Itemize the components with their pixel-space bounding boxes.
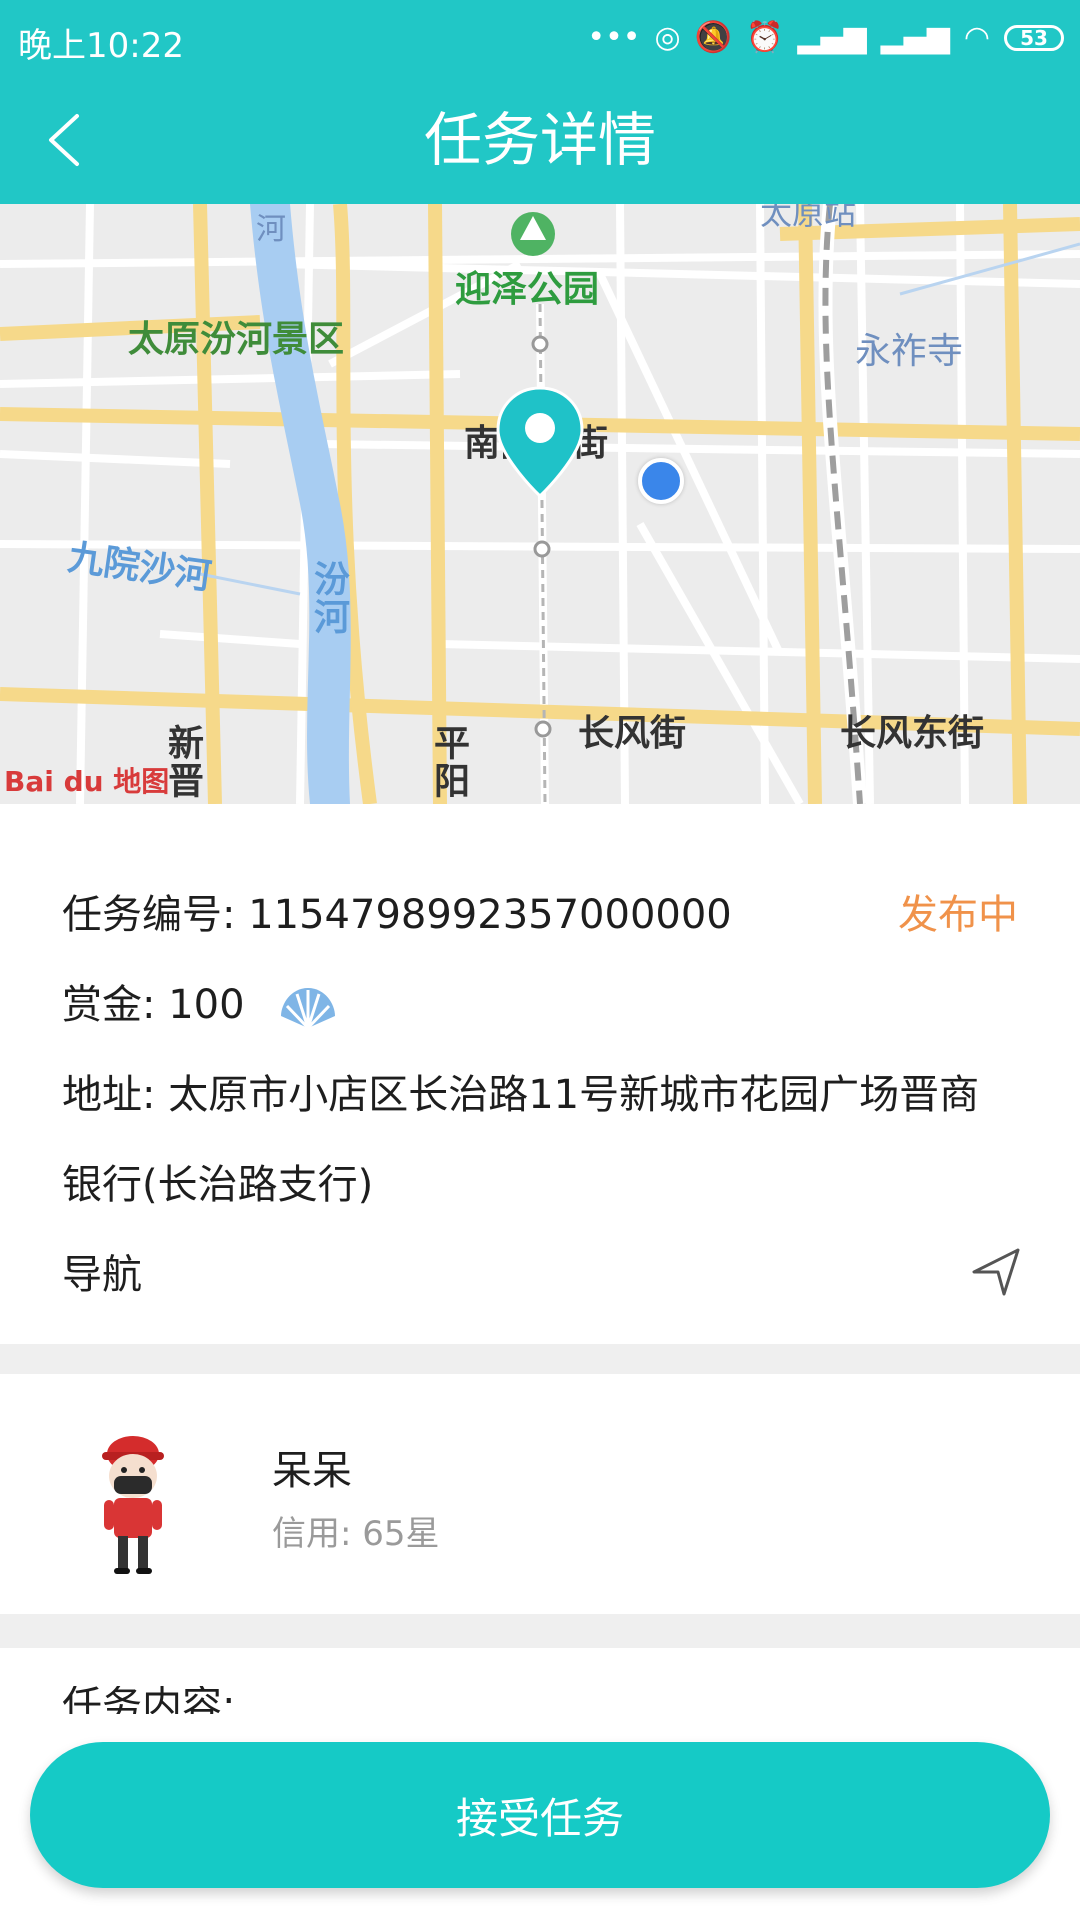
wifi-icon: ◠ [963, 20, 990, 55]
avatar [102, 1436, 164, 1574]
navigation-label[interactable]: 导航 [62, 1242, 142, 1300]
reward-value: 100 [168, 982, 245, 1028]
status-time: 晚上10:22 [18, 26, 184, 66]
task-info-card: 任务编号: 1154798992357000000 发布中 赏金: 100 地址… [0, 804, 1080, 1344]
task-id-label: 任务编号: [62, 892, 236, 938]
more-icon: ••• [587, 20, 641, 55]
reward-row: 赏金: 100 [62, 972, 337, 1030]
battery-icon: 53 [1004, 25, 1064, 51]
map-label-park: 迎泽公园 [455, 269, 600, 310]
navigate-arrow-icon[interactable] [970, 1246, 1022, 1298]
address-row: 地址: 太原市小店区长治路11号新城市花园广场晋商 [62, 1062, 979, 1120]
baidu-map-logo: Bai du 地图 [4, 765, 170, 798]
mute-icon: 🔕 [694, 20, 733, 55]
task-id-row: 任务编号: 1154798992357000000 [62, 882, 732, 940]
user-credit: 信用: 65星 [272, 1514, 440, 1554]
signal-icon: ▂▄▆ [880, 20, 950, 55]
shell-icon [281, 988, 336, 1030]
map-label-changfeng-east-street: 长风东街 [840, 713, 985, 754]
address-line-2: 银行(长治路支行) [62, 1162, 374, 1208]
hotspot-icon: ◎ [654, 20, 681, 55]
signal-icon: ▂▄▆ [797, 20, 867, 55]
task-id-value: 1154798992357000000 [248, 892, 732, 938]
accept-task-button[interactable]: 接受任务 [30, 1742, 1050, 1888]
reward-label: 赏金: [62, 982, 156, 1028]
section-divider [0, 1344, 1080, 1374]
task-status-badge: 发布中 [898, 892, 1018, 938]
map-pin-icon[interactable] [496, 386, 584, 498]
map-label-temple: 永祚寺 [855, 331, 964, 372]
publisher-card[interactable]: 呆呆 信用: 65星 [0, 1374, 1080, 1614]
alarm-icon: ⏰ [746, 20, 784, 55]
map-label-he-cut: 河 [256, 212, 286, 247]
map-label-pingyang: 平阳 [428, 724, 469, 800]
map-label-river-fen: 汾河 [308, 560, 349, 636]
address-label: 地址: [62, 1072, 156, 1118]
map-label-station: 太原站 [760, 204, 857, 232]
app-header: 晚上10:22 ••• ◎ 🔕 ⏰ ▂▄▆ ▂▄▆ ◠ 53 任务详情 [0, 0, 1080, 204]
current-location-icon [638, 458, 684, 504]
address-line-1: 太原市小店区长治路11号新城市花园广场晋商 [168, 1072, 980, 1118]
task-content-label: 任务内容: [62, 1686, 236, 1714]
map-label-scenic: 太原汾河景区 [128, 319, 345, 360]
map-view[interactable]: 河 太原站 迎泽公园 太原汾河景区 永祚寺 南内环街 九院沙河 汾河 长风街 长… [0, 204, 1080, 804]
map-label-changfeng-street: 长风街 [578, 713, 687, 754]
section-divider [0, 1614, 1080, 1648]
page-title: 任务详情 [423, 106, 656, 174]
status-icons: ••• ◎ 🔕 ⏰ ▂▄▆ ▂▄▆ ◠ 53 [587, 18, 1064, 58]
user-name: 呆呆 [272, 1448, 352, 1494]
